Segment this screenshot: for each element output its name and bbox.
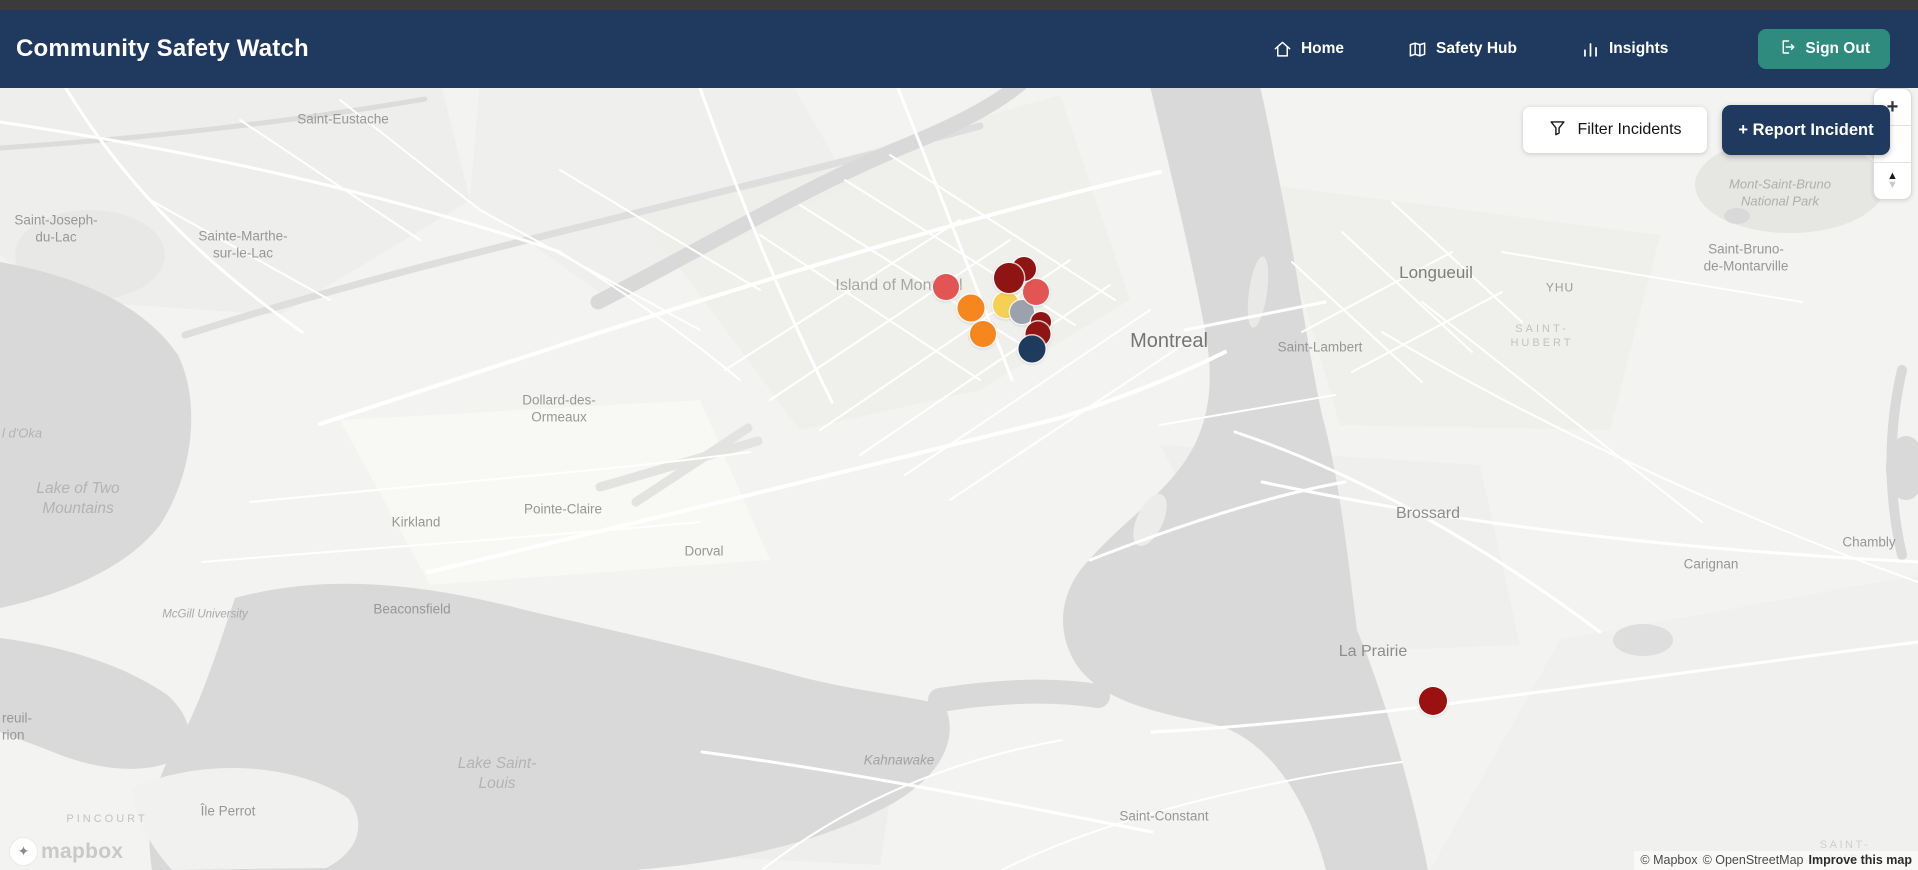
funnel-icon bbox=[1548, 118, 1567, 142]
mapbox-logo[interactable]: ✦ mapbox bbox=[10, 838, 123, 865]
incident-marker[interactable] bbox=[994, 263, 1024, 293]
app-title: Community Safety Watch bbox=[16, 35, 309, 62]
main-nav: Home Safety Hub Insights Sign Out bbox=[1273, 10, 1890, 88]
incident-marker[interactable] bbox=[957, 294, 985, 322]
nav-item-home[interactable]: Home bbox=[1273, 40, 1344, 59]
pitch-toggle-button[interactable]: ▲ ▼ bbox=[1874, 162, 1911, 199]
map-icon bbox=[1408, 40, 1427, 59]
report-incident-button[interactable]: + Report Incident bbox=[1722, 105, 1890, 155]
mapbox-wordmark: mapbox bbox=[41, 839, 124, 863]
incident-marker[interactable] bbox=[1419, 687, 1447, 715]
sign-out-icon bbox=[1778, 38, 1796, 61]
incident-marker[interactable] bbox=[1018, 335, 1046, 363]
map-attribution: © Mapbox © OpenStreetMap Improve this ma… bbox=[1634, 851, 1918, 870]
window-top-strip bbox=[0, 0, 1918, 10]
incident-marker[interactable] bbox=[1023, 279, 1049, 305]
sign-out-button[interactable]: Sign Out bbox=[1758, 29, 1890, 69]
filter-incidents-button[interactable]: Filter Incidents bbox=[1523, 107, 1707, 153]
mapbox-compass-icon: ✦ bbox=[10, 838, 37, 865]
nav-item-safety-hub[interactable]: Safety Hub bbox=[1408, 40, 1517, 59]
bar-chart-icon bbox=[1581, 40, 1600, 59]
filter-incidents-label: Filter Incidents bbox=[1577, 121, 1682, 138]
nav-item-label: Safety Hub bbox=[1436, 40, 1517, 57]
nav-item-label: Home bbox=[1300, 40, 1345, 57]
home-icon bbox=[1273, 40, 1292, 59]
mapbox-attribution-link[interactable]: © Mapbox bbox=[1640, 853, 1697, 867]
incident-marker[interactable] bbox=[933, 274, 959, 300]
app-header: Community Safety Watch Home Safety Hub I… bbox=[0, 10, 1918, 88]
osm-attribution-link[interactable]: © OpenStreetMap bbox=[1703, 853, 1804, 867]
triangle-down-icon: ▼ bbox=[1887, 179, 1898, 191]
nav-item-label: Insights bbox=[1609, 40, 1669, 57]
improve-map-link[interactable]: Improve this map bbox=[1809, 853, 1913, 867]
sign-out-label: Sign Out bbox=[1805, 40, 1870, 57]
nav-item-insights[interactable]: Insights bbox=[1581, 40, 1668, 59]
report-incident-label: + Report Incident bbox=[1738, 120, 1874, 139]
incident-marker[interactable] bbox=[970, 321, 996, 347]
